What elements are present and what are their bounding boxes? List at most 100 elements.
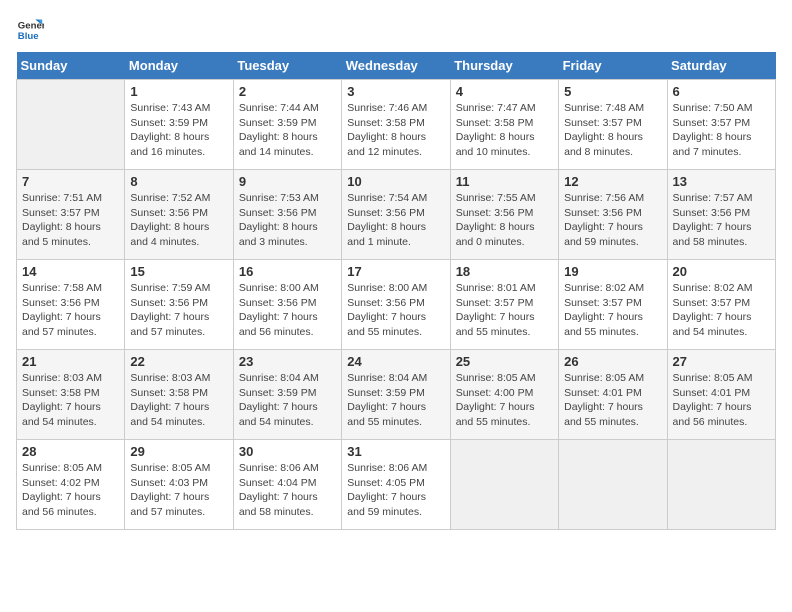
day-number: 21 xyxy=(22,354,119,369)
day-cell: 18Sunrise: 8:01 AM Sunset: 3:57 PM Dayli… xyxy=(450,260,558,350)
day-cell: 9Sunrise: 7:53 AM Sunset: 3:56 PM Daylig… xyxy=(233,170,341,260)
day-info: Sunrise: 8:05 AM Sunset: 4:00 PM Dayligh… xyxy=(456,371,553,430)
day-cell: 19 Sunrise: 8:02 AM Sunset: 3:57 PM Dayli… xyxy=(559,260,667,350)
day-number: 15 xyxy=(130,264,227,279)
day-cell: 26Sunrise: 8:05 AM Sunset: 4:01 PM Dayli… xyxy=(559,350,667,440)
day-number: 9 xyxy=(239,174,336,189)
week-row-2: 7Sunrise: 7:51 AM Sunset: 3:57 PM Daylig… xyxy=(17,170,776,260)
day-cell xyxy=(450,440,558,530)
day-info: Sunrise: 7:54 AM Sunset: 3:56 PM Dayligh… xyxy=(347,191,444,250)
day-cell: 4 Sunrise: 7:47 AM Sunset: 3:58 PM Daylig… xyxy=(450,80,558,170)
day-number: 26 xyxy=(564,354,661,369)
day-info: Sunrise: 7:48 AM Sunset: 3:57 PM Dayligh… xyxy=(564,101,661,160)
logo: General Blue xyxy=(16,16,48,44)
day-info: Sunrise: 8:05 AM Sunset: 4:02 PM Dayligh… xyxy=(22,461,119,520)
day-info: Sunrise: 8:06 AM Sunset: 4:04 PM Dayligh… xyxy=(239,461,336,520)
day-cell: 30 Sunrise: 8:06 AM Sunset: 4:04 PM Dayli… xyxy=(233,440,341,530)
day-cell: 7Sunrise: 7:51 AM Sunset: 3:57 PM Daylig… xyxy=(17,170,125,260)
header-cell-friday: Friday xyxy=(559,52,667,80)
day-cell: 2Sunrise: 7:44 AM Sunset: 3:59 PM Daylig… xyxy=(233,80,341,170)
day-number: 25 xyxy=(456,354,553,369)
day-cell: 10 Sunrise: 7:54 AM Sunset: 3:56 PM Dayli… xyxy=(342,170,450,260)
day-info: Sunrise: 8:02 AM Sunset: 3:57 PM Dayligh… xyxy=(564,281,661,340)
day-info: Sunrise: 7:59 AM Sunset: 3:56 PM Dayligh… xyxy=(130,281,227,340)
day-info: Sunrise: 8:04 AM Sunset: 3:59 PM Dayligh… xyxy=(239,371,336,430)
day-info: Sunrise: 8:00 AM Sunset: 3:56 PM Dayligh… xyxy=(239,281,336,340)
header-cell-tuesday: Tuesday xyxy=(233,52,341,80)
day-number: 31 xyxy=(347,444,444,459)
day-cell: 25 Sunrise: 8:05 AM Sunset: 4:00 PM Dayli… xyxy=(450,350,558,440)
day-cell: 17 Sunrise: 8:00 AM Sunset: 3:56 PM Dayli… xyxy=(342,260,450,350)
day-number: 18 xyxy=(456,264,553,279)
day-number: 8 xyxy=(130,174,227,189)
day-info: Sunrise: 7:50 AM Sunset: 3:57 PM Dayligh… xyxy=(673,101,770,160)
day-cell: 24Sunrise: 8:04 AM Sunset: 3:59 PM Dayli… xyxy=(342,350,450,440)
week-row-3: 14 Sunrise: 7:58 AM Sunset: 3:56 PM Dayli… xyxy=(17,260,776,350)
day-info: Sunrise: 7:46 AM Sunset: 3:58 PM Dayligh… xyxy=(347,101,444,160)
day-info: Sunrise: 8:05 AM Sunset: 4:03 PM Dayligh… xyxy=(130,461,227,520)
day-info: Sunrise: 8:06 AM Sunset: 4:05 PM Dayligh… xyxy=(347,461,444,520)
day-cell: 6 Sunrise: 7:50 AM Sunset: 3:57 PM Daylig… xyxy=(667,80,775,170)
day-number: 1 xyxy=(130,84,227,99)
day-cell: 5 Sunrise: 7:48 AM Sunset: 3:57 PM Daylig… xyxy=(559,80,667,170)
day-number: 22 xyxy=(130,354,227,369)
day-info: Sunrise: 7:52 AM Sunset: 3:56 PM Dayligh… xyxy=(130,191,227,250)
day-info: Sunrise: 7:47 AM Sunset: 3:58 PM Dayligh… xyxy=(456,101,553,160)
day-number: 10 xyxy=(347,174,444,189)
day-number: 17 xyxy=(347,264,444,279)
day-cell xyxy=(559,440,667,530)
day-number: 16 xyxy=(239,264,336,279)
day-cell: 31 Sunrise: 8:06 AM Sunset: 4:05 PM Dayli… xyxy=(342,440,450,530)
day-cell: 1 Sunrise: 7:43 AM Sunset: 3:59 PM Daylig… xyxy=(125,80,233,170)
day-number: 2 xyxy=(239,84,336,99)
day-number: 7 xyxy=(22,174,119,189)
day-number: 13 xyxy=(673,174,770,189)
day-cell: 22 Sunrise: 8:03 AM Sunset: 3:58 PM Dayli… xyxy=(125,350,233,440)
day-info: Sunrise: 8:03 AM Sunset: 3:58 PM Dayligh… xyxy=(130,371,227,430)
day-info: Sunrise: 8:00 AM Sunset: 3:56 PM Dayligh… xyxy=(347,281,444,340)
day-info: Sunrise: 7:58 AM Sunset: 3:56 PM Dayligh… xyxy=(22,281,119,340)
day-info: Sunrise: 7:43 AM Sunset: 3:59 PM Dayligh… xyxy=(130,101,227,160)
day-cell: 12 Sunrise: 7:56 AM Sunset: 3:56 PM Dayli… xyxy=(559,170,667,260)
day-cell: 27 Sunrise: 8:05 AM Sunset: 4:01 PM Dayli… xyxy=(667,350,775,440)
header-row: SundayMondayTuesdayWednesdayThursdayFrid… xyxy=(17,52,776,80)
header: General Blue xyxy=(16,16,776,44)
day-info: Sunrise: 8:05 AM Sunset: 4:01 PM Dayligh… xyxy=(673,371,770,430)
day-number: 12 xyxy=(564,174,661,189)
day-info: Sunrise: 7:57 AM Sunset: 3:56 PM Dayligh… xyxy=(673,191,770,250)
day-number: 23 xyxy=(239,354,336,369)
logo-icon: General Blue xyxy=(16,16,44,44)
day-number: 14 xyxy=(22,264,119,279)
day-number: 27 xyxy=(673,354,770,369)
header-cell-thursday: Thursday xyxy=(450,52,558,80)
day-cell: 15 Sunrise: 7:59 AM Sunset: 3:56 PM Dayli… xyxy=(125,260,233,350)
day-cell: 3 Sunrise: 7:46 AM Sunset: 3:58 PM Daylig… xyxy=(342,80,450,170)
week-row-1: 1 Sunrise: 7:43 AM Sunset: 3:59 PM Daylig… xyxy=(17,80,776,170)
day-info: Sunrise: 8:02 AM Sunset: 3:57 PM Dayligh… xyxy=(673,281,770,340)
day-cell: 20Sunrise: 8:02 AM Sunset: 3:57 PM Dayli… xyxy=(667,260,775,350)
day-cell: 11Sunrise: 7:55 AM Sunset: 3:56 PM Dayli… xyxy=(450,170,558,260)
day-number: 30 xyxy=(239,444,336,459)
day-cell: 13 Sunrise: 7:57 AM Sunset: 3:56 PM Dayli… xyxy=(667,170,775,260)
svg-text:Blue: Blue xyxy=(18,31,39,42)
day-number: 24 xyxy=(347,354,444,369)
day-number: 3 xyxy=(347,84,444,99)
day-cell: 29 Sunrise: 8:05 AM Sunset: 4:03 PM Dayli… xyxy=(125,440,233,530)
week-row-5: 28 Sunrise: 8:05 AM Sunset: 4:02 PM Dayli… xyxy=(17,440,776,530)
header-cell-wednesday: Wednesday xyxy=(342,52,450,80)
header-cell-sunday: Sunday xyxy=(17,52,125,80)
day-cell: 8 Sunrise: 7:52 AM Sunset: 3:56 PM Daylig… xyxy=(125,170,233,260)
day-number: 29 xyxy=(130,444,227,459)
header-cell-saturday: Saturday xyxy=(667,52,775,80)
header-cell-monday: Monday xyxy=(125,52,233,80)
day-number: 5 xyxy=(564,84,661,99)
day-info: Sunrise: 7:56 AM Sunset: 3:56 PM Dayligh… xyxy=(564,191,661,250)
calendar-header: SundayMondayTuesdayWednesdayThursdayFrid… xyxy=(17,52,776,80)
day-number: 28 xyxy=(22,444,119,459)
day-number: 4 xyxy=(456,84,553,99)
calendar-body: 1 Sunrise: 7:43 AM Sunset: 3:59 PM Daylig… xyxy=(17,80,776,530)
day-cell xyxy=(667,440,775,530)
day-number: 19 xyxy=(564,264,661,279)
day-number: 6 xyxy=(673,84,770,99)
day-cell: 14 Sunrise: 7:58 AM Sunset: 3:56 PM Dayli… xyxy=(17,260,125,350)
